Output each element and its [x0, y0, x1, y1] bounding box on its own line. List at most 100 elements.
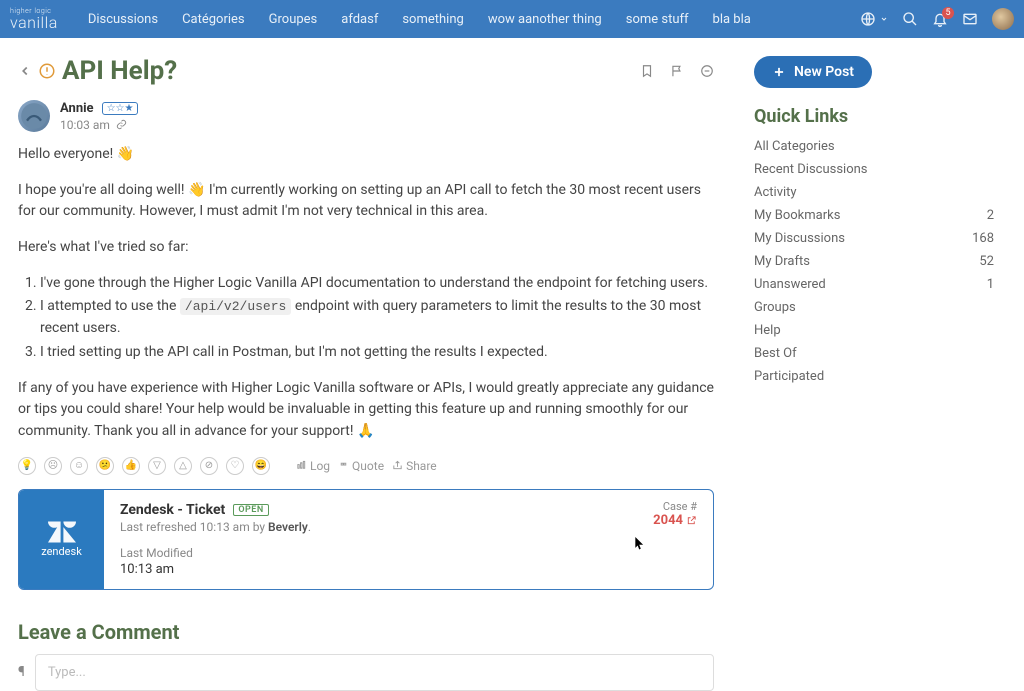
thumbs-up-icon[interactable]: 👍 — [122, 457, 140, 475]
title-actions — [640, 64, 714, 78]
flag-icon[interactable] — [670, 64, 684, 78]
quick-link-item[interactable]: My Bookmarks 2 — [754, 204, 994, 227]
nav-blabla[interactable]: bla bla — [703, 6, 761, 33]
plus-icon — [772, 65, 786, 79]
wave-emoji-icon: 👋 — [117, 146, 134, 162]
discussion-title: API Help? — [62, 56, 177, 86]
quick-link-item[interactable]: All Categories — [754, 135, 994, 158]
quick-link-label: Groups — [754, 300, 796, 315]
leave-comment-heading: Leave a Comment — [18, 620, 714, 644]
quick-link-count: 1 — [987, 277, 994, 292]
reaction-bar: 💡 ☹ ☺ 😕 👍 ▽ △ ⊘ ♡ 😄 Log Quote Share — [18, 457, 714, 475]
back-chevron-icon[interactable] — [18, 64, 32, 78]
quick-link-label: My Discussions — [754, 231, 845, 246]
confused-icon[interactable]: 😕 — [96, 457, 114, 475]
list-item: I tried setting up the API call in Postm… — [40, 342, 714, 364]
quick-link-count: 2 — [987, 208, 994, 223]
nav-groupes[interactable]: Groupes — [259, 6, 328, 33]
smile-icon[interactable]: ☺ — [70, 457, 88, 475]
warning-icon — [38, 62, 56, 80]
quick-link-item[interactable]: My Drafts 52 — [754, 250, 994, 273]
mouse-cursor-icon — [635, 537, 645, 551]
author-name[interactable]: Annie — [60, 101, 94, 116]
quick-link-item[interactable]: Groups — [754, 296, 994, 319]
sad-icon[interactable]: ☹ — [44, 457, 62, 475]
quick-link-label: My Drafts — [754, 254, 810, 269]
quick-links-list: All Categories Recent Discussions Activity… — [754, 135, 994, 388]
nav-discussions[interactable]: Discussions — [78, 6, 168, 33]
rank-badge-icon: ☆☆★ — [102, 102, 139, 115]
comment-row: ¶ Type... — [18, 654, 714, 691]
bulb-icon[interactable]: 💡 — [18, 457, 36, 475]
nav-categories[interactable]: Catégories — [172, 6, 255, 33]
zendesk-icon — [48, 521, 76, 543]
quick-links-title: Quick Links — [754, 106, 994, 127]
up-icon[interactable]: △ — [174, 457, 192, 475]
chevron-down-icon[interactable] — [880, 15, 888, 23]
quick-link-item[interactable]: Best Of — [754, 342, 994, 365]
quote-button[interactable]: Quote — [338, 459, 384, 473]
top-navigation-bar: higher logic vanilla Discussions Catégor… — [0, 0, 1024, 38]
quick-link-item[interactable]: Help — [754, 319, 994, 342]
zendesk-refreshed: Last refreshed 10:13 am by Beverly. — [120, 520, 697, 534]
quick-link-label: Activity — [754, 185, 797, 200]
notification-badge: 5 — [942, 7, 954, 19]
quick-link-label: Unanswered — [754, 277, 826, 292]
spam-icon[interactable]: ⊘ — [200, 457, 218, 475]
nav-something[interactable]: something — [392, 6, 473, 33]
zendesk-logo-panel: zendesk — [19, 490, 104, 589]
globe-icon[interactable] — [860, 11, 876, 27]
messages-icon[interactable] — [962, 11, 978, 27]
nav-somestuff[interactable]: some stuff — [616, 6, 699, 33]
laugh-icon[interactable]: 😄 — [252, 457, 270, 475]
more-options-icon[interactable] — [700, 64, 714, 78]
body-text: I hope you're all doing well! — [18, 182, 188, 198]
search-icon[interactable] — [902, 11, 918, 27]
case-label: Case # — [653, 500, 697, 513]
topbar-actions: 5 — [860, 8, 1014, 30]
post-timestamp: 10:03 am — [60, 118, 110, 132]
quick-link-label: All Categories — [754, 139, 835, 154]
last-modified-time: 10:13 am — [120, 562, 697, 577]
share-button[interactable]: Share — [392, 459, 437, 473]
log-button[interactable]: Log — [296, 459, 330, 473]
bookmark-icon[interactable] — [640, 64, 654, 78]
case-number-link[interactable]: 2044 — [653, 513, 697, 528]
paragraph-format-icon[interactable]: ¶ — [18, 664, 25, 680]
quick-link-count: 52 — [979, 254, 994, 269]
steps-list: I've gone through the Higher Logic Vanil… — [18, 273, 714, 364]
list-item: I attempted to use the /api/v2/users end… — [40, 296, 714, 339]
right-sidebar: New Post Quick Links All Categories Recen… — [754, 56, 994, 691]
brand-logo[interactable]: higher logic vanilla — [10, 8, 58, 31]
wave-emoji-icon: 👋 — [188, 182, 209, 198]
quick-link-item[interactable]: Recent Discussions — [754, 158, 994, 181]
author-avatar[interactable] — [18, 100, 50, 132]
new-post-button[interactable]: New Post — [754, 56, 872, 88]
post-header: Annie ☆☆★ 10:03 am — [18, 100, 714, 132]
nav-wow[interactable]: wow aanother thing — [478, 6, 612, 33]
quick-link-item[interactable]: Activity — [754, 181, 994, 204]
permalink-icon[interactable] — [116, 119, 127, 130]
quick-link-label: Participated — [754, 369, 824, 384]
body-text: Hello everyone! — [18, 146, 117, 162]
nav-afdasf[interactable]: afdasf — [331, 6, 388, 33]
refreshed-by-name: Beverly — [268, 520, 308, 534]
heart-icon[interactable]: ♡ — [226, 457, 244, 475]
ticket-status-badge: OPEN — [233, 504, 268, 516]
title-bar: API Help? — [18, 56, 714, 86]
quick-link-item[interactable]: My Discussions168 — [754, 227, 994, 250]
notifications-icon[interactable]: 5 — [932, 11, 948, 27]
zendesk-brand-text: zendesk — [41, 545, 82, 558]
logo-bottom-text: vanilla — [10, 15, 58, 31]
user-avatar[interactable] — [992, 8, 1014, 30]
comment-input[interactable]: Type... — [35, 654, 714, 691]
case-number-block: Case # 2044 — [653, 500, 697, 528]
quick-link-label: Best Of — [754, 346, 797, 361]
quick-link-item[interactable]: Unanswered 1 — [754, 273, 994, 296]
quick-link-item[interactable]: Participated — [754, 365, 994, 388]
quick-link-label: Recent Discussions — [754, 162, 868, 177]
discussion-content: API Help? Annie ☆☆★ 10:03 am — [18, 56, 714, 691]
down-icon[interactable]: ▽ — [148, 457, 166, 475]
quick-link-label: My Bookmarks — [754, 208, 840, 223]
body-text: Here's what I've tried so far: — [18, 237, 714, 259]
